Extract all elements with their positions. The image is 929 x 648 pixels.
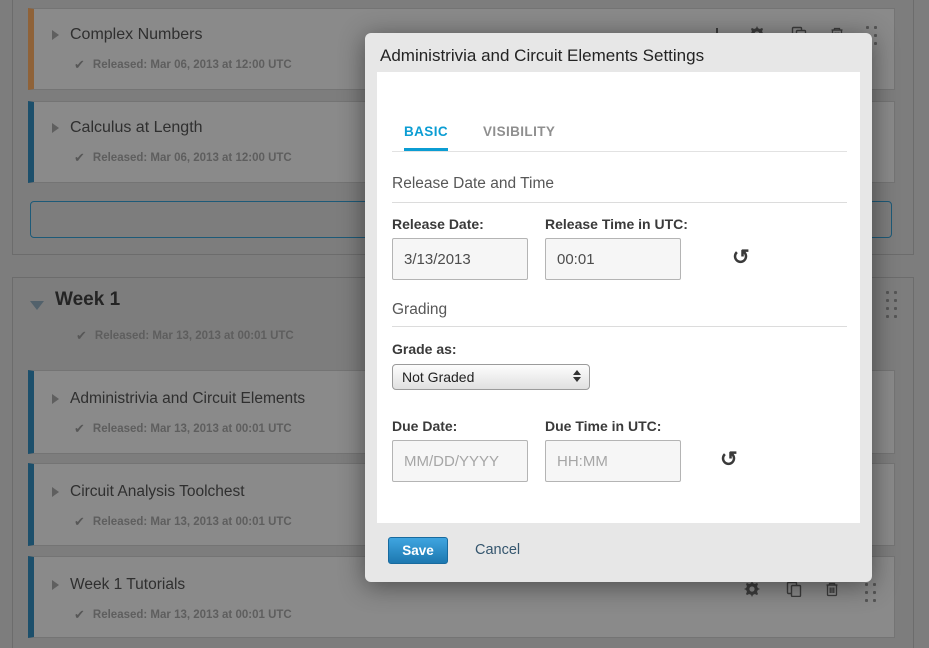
due-date-input[interactable]	[392, 440, 528, 482]
grade-as-label: Grade as:	[392, 341, 457, 357]
released-check-icon: ✔	[74, 57, 85, 73]
duplicate-icon[interactable]	[786, 581, 802, 597]
subsection-title: Administrivia and Circuit Elements	[70, 390, 305, 408]
due-time-label: Due Time in UTC:	[545, 418, 661, 434]
subsection-title: Week 1 Tutorials	[70, 576, 185, 594]
course-outline-page: Complex Numbers ✔ Released: Mar 06, 2013…	[0, 0, 929, 648]
grading-section-heading: Grading	[392, 301, 447, 319]
section-title: Complex Numbers	[70, 26, 202, 44]
modal-body: BASIC VISIBILITY Release Date and Time R…	[377, 72, 860, 523]
due-time-input[interactable]	[545, 440, 681, 482]
gear-icon[interactable]	[744, 581, 760, 597]
release-time-label: Release Time in UTC:	[545, 216, 688, 232]
tab-basic[interactable]: BASIC	[404, 124, 448, 139]
collapse-arrow-icon[interactable]	[30, 301, 44, 310]
expand-arrow-icon[interactable]	[52, 580, 59, 590]
grade-as-select[interactable]: Not Graded	[392, 364, 590, 390]
modal-title: Administrivia and Circuit Elements Setti…	[380, 46, 704, 66]
drag-handle-icon[interactable]	[865, 583, 876, 602]
released-text: Released: Mar 13, 2013 at 00:01 UTC	[93, 609, 292, 621]
expand-arrow-icon[interactable]	[52, 123, 59, 133]
released-text: Released: Mar 13, 2013 at 00:01 UTC	[93, 423, 292, 435]
released-check-icon: ✔	[74, 607, 85, 623]
subsection-settings-modal: Administrivia and Circuit Elements Setti…	[365, 33, 872, 582]
released-text: Released: Mar 06, 2013 at 12:00 UTC	[93, 59, 292, 71]
released-check-icon: ✔	[74, 150, 85, 166]
expand-arrow-icon[interactable]	[52, 487, 59, 497]
released-text: Released: Mar 13, 2013 at 00:01 UTC	[93, 516, 292, 528]
tab-visibility[interactable]: VISIBILITY	[483, 124, 555, 139]
release-time-input[interactable]	[545, 238, 681, 280]
section-title: Calculus at Length	[70, 119, 203, 137]
reset-release-icon[interactable]: ↺	[732, 247, 750, 268]
due-date-label: Due Date:	[392, 418, 457, 434]
reset-due-icon[interactable]: ↺	[720, 449, 738, 470]
released-text: Released: Mar 06, 2013 at 12:00 UTC	[93, 152, 292, 164]
divider	[392, 202, 847, 203]
drag-handle-icon[interactable]	[886, 291, 897, 318]
released-check-icon: ✔	[74, 421, 85, 437]
released-text: Released: Mar 13, 2013 at 00:01 UTC	[95, 330, 294, 342]
save-button[interactable]: Save	[388, 537, 448, 564]
week1-section-title: Week 1	[55, 289, 120, 311]
released-check-icon: ✔	[74, 514, 85, 530]
delete-icon[interactable]	[824, 581, 840, 597]
divider	[392, 326, 847, 327]
release-section-heading: Release Date and Time	[392, 175, 554, 193]
expand-arrow-icon[interactable]	[52, 30, 59, 40]
tab-divider	[392, 151, 847, 152]
released-check-icon: ✔	[76, 328, 87, 344]
release-date-input[interactable]	[392, 238, 528, 280]
grade-as-value: Not Graded	[402, 369, 474, 385]
cancel-link[interactable]: Cancel	[475, 542, 520, 558]
select-caret-icon	[573, 370, 581, 382]
release-date-label: Release Date:	[392, 216, 484, 232]
expand-arrow-icon[interactable]	[52, 394, 59, 404]
subsection-title: Circuit Analysis Toolchest	[70, 483, 245, 501]
